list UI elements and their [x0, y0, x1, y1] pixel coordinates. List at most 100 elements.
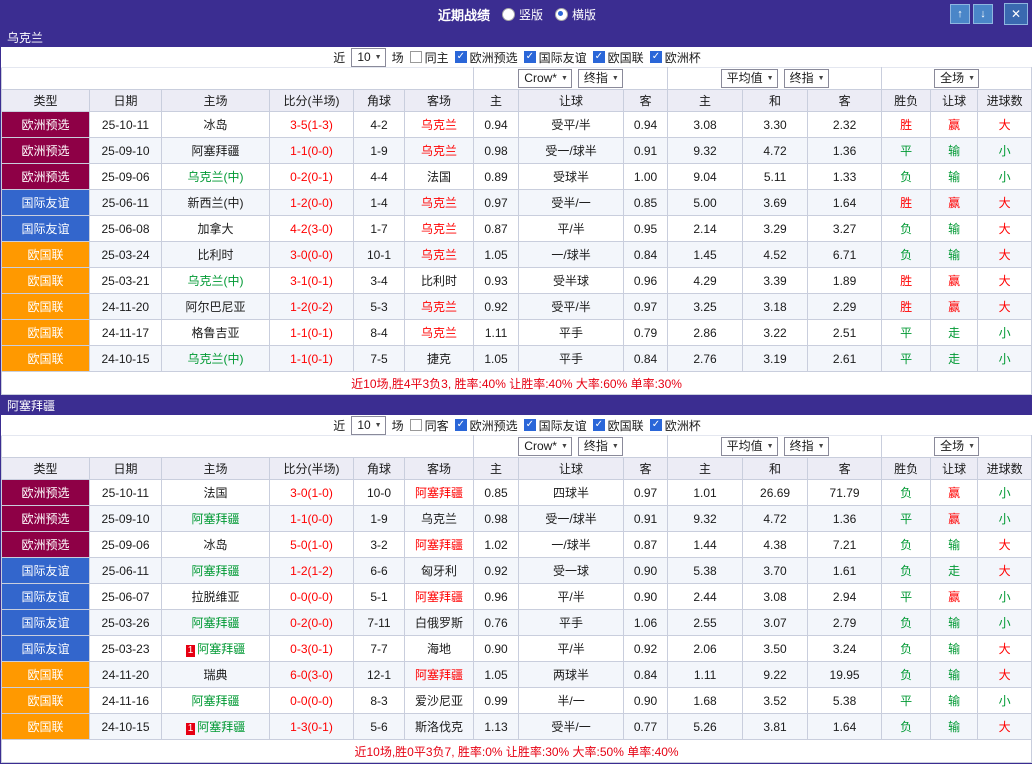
competition-checkbox[interactable]: 欧国联 — [593, 417, 644, 434]
checkbox-icon — [650, 51, 662, 63]
scope-select[interactable]: 全场▼ — [934, 69, 979, 88]
goals-result-cell: 小 — [978, 610, 1032, 636]
view-option-vertical[interactable]: 竖版 — [502, 6, 543, 23]
euro-draw-odds-cell: 9.22 — [743, 662, 808, 688]
match-count-select[interactable]: 10▼ — [351, 416, 385, 435]
euro-draw-odds-cell: 3.70 — [743, 558, 808, 584]
asian-away-odds-cell: 0.79 — [624, 320, 668, 346]
asian-index-select[interactable]: 终指▼ — [578, 69, 623, 88]
column-header: 类型 — [2, 458, 90, 480]
home-team-cell: 乌克兰(中) — [162, 268, 270, 294]
score-cell: 1-3(0-1) — [270, 714, 354, 740]
bookmaker-select[interactable]: Crow*▼ — [518, 437, 572, 456]
home-team-cell: 阿塞拜疆 — [162, 558, 270, 584]
radio-label: 竖版 — [519, 6, 543, 23]
away-team-cell: 海地 — [405, 636, 474, 662]
asian-home-odds-cell: 0.99 — [474, 688, 519, 714]
competition-checkbox[interactable]: 国际友谊 — [524, 417, 587, 434]
match-row: 欧国联24-10-151阿塞拜疆1-3(0-1)5-6斯洛伐克1.13受半/一0… — [2, 714, 1032, 740]
competition-checkbox[interactable]: 欧洲杯 — [650, 49, 701, 66]
euro-index-select[interactable]: 终指▼ — [784, 69, 829, 88]
team-name-bar: 乌克兰 — [1, 27, 1032, 47]
euro-draw-odds-cell: 3.50 — [743, 636, 808, 662]
handicap-result-cell: 输 — [931, 216, 978, 242]
column-header: 客 — [808, 458, 882, 480]
recent-results-panel: 近期战绩 竖版 横版 ↑ ↓ ✕ 乌克兰近10▼场同主欧洲预选国际友谊欧国联欧洲… — [0, 0, 1032, 764]
corner-cell: 5-1 — [354, 584, 405, 610]
asian-away-odds-cell: 0.96 — [624, 268, 668, 294]
chevron-down-icon: ▼ — [375, 418, 382, 433]
move-up-button[interactable]: ↑ — [950, 4, 970, 24]
checkbox-label: 欧洲杯 — [665, 49, 701, 66]
euro-draw-odds-cell: 3.39 — [743, 268, 808, 294]
euro-home-odds-cell: 4.29 — [668, 268, 743, 294]
column-header: 客 — [624, 90, 668, 112]
result-cell: 负 — [882, 216, 931, 242]
corner-cell: 1-9 — [354, 506, 405, 532]
euro-away-odds-cell: 6.71 — [808, 242, 882, 268]
asian-home-odds-cell: 0.89 — [474, 164, 519, 190]
radio-label: 横版 — [572, 6, 596, 23]
home-team-cell: 法国 — [162, 480, 270, 506]
bookmaker-select[interactable]: Crow*▼ — [518, 69, 572, 88]
section-summary: 近10场,胜0平3负7, 胜率:0% 让胜率:30% 大率:50% 单率:40% — [2, 740, 1032, 763]
chevron-down-icon: ▼ — [375, 50, 382, 65]
competition-checkbox[interactable]: 欧国联 — [593, 49, 644, 66]
asian-away-odds-cell: 0.90 — [624, 584, 668, 610]
corner-cell: 6-6 — [354, 558, 405, 584]
filter-row: 近10▼场同主欧洲预选国际友谊欧国联欧洲杯 — [1, 47, 1032, 67]
same-venue-checkbox[interactable]: 同主 — [410, 49, 449, 66]
match-count-select[interactable]: 10 ▼ — [351, 48, 385, 67]
asian-line-cell: 受一/球半 — [519, 138, 624, 164]
home-team-name: 拉脱维亚 — [191, 590, 239, 604]
euro-odds-dropdowns: 平均值▼ 终指▼ — [668, 68, 882, 90]
home-team-name: 乌克兰(中) — [188, 352, 244, 366]
handicap-result-cell: 赢 — [931, 294, 978, 320]
competition-checkbox[interactable]: 欧洲预选 — [455, 417, 518, 434]
asian-away-odds-cell: 0.85 — [624, 190, 668, 216]
handicap-result-cell: 输 — [931, 532, 978, 558]
column-header: 角球 — [354, 458, 405, 480]
select-value: Crow* — [524, 439, 557, 454]
goals-result-cell: 大 — [978, 268, 1032, 294]
competition-checkbox[interactable]: 欧洲预选 — [455, 49, 518, 66]
asian-away-odds-cell: 0.94 — [624, 112, 668, 138]
home-team-cell: 1阿塞拜疆 — [162, 636, 270, 662]
euro-index-select[interactable]: 终指▼ — [784, 437, 829, 456]
move-down-button[interactable]: ↓ — [973, 4, 993, 24]
chevron-down-icon: ▼ — [612, 71, 619, 86]
euro-away-odds-cell: 1.36 — [808, 506, 882, 532]
handicap-result-cell: 赢 — [931, 584, 978, 610]
asian-line-cell: 受一球 — [519, 558, 624, 584]
home-team-cell: 阿塞拜疆 — [162, 688, 270, 714]
scope-select[interactable]: 全场▼ — [934, 437, 979, 456]
euro-draw-odds-cell: 3.07 — [743, 610, 808, 636]
competition-checkbox[interactable]: 欧洲杯 — [650, 417, 701, 434]
same-venue-checkbox[interactable]: 同客 — [410, 417, 449, 434]
games-label: 场 — [392, 49, 404, 66]
euro-average-select[interactable]: 平均值▼ — [721, 437, 778, 456]
home-team-name: 加拿大 — [197, 222, 233, 236]
column-header: 客场 — [405, 90, 474, 112]
scope-dropdown-cell: 全场▼ — [882, 68, 1032, 90]
competition-checkbox[interactable]: 国际友谊 — [524, 49, 587, 66]
column-header: 比分(半场) — [270, 90, 354, 112]
asian-index-select[interactable]: 终指▼ — [578, 437, 623, 456]
goals-result-cell: 小 — [978, 506, 1032, 532]
euro-draw-odds-cell: 3.18 — [743, 294, 808, 320]
arrow-up-icon: ↑ — [957, 8, 963, 20]
select-value: 10 — [357, 50, 370, 65]
competition-type-cell: 国际友谊 — [2, 190, 90, 216]
score-cell: 5-0(1-0) — [270, 532, 354, 558]
euro-average-select[interactable]: 平均值▼ — [721, 69, 778, 88]
home-team-name: 瑞典 — [203, 668, 227, 682]
asian-away-odds-cell: 0.84 — [624, 242, 668, 268]
column-header: 客 — [808, 90, 882, 112]
score-cell: 1-1(0-1) — [270, 320, 354, 346]
euro-away-odds-cell: 2.79 — [808, 610, 882, 636]
close-button[interactable]: ✕ — [1004, 3, 1028, 25]
asian-odds-dropdowns: Crow*▼ 终指▼ — [474, 68, 668, 90]
competition-type-cell: 国际友谊 — [2, 610, 90, 636]
view-option-horizontal[interactable]: 横版 — [555, 6, 596, 23]
match-row: 国际友谊25-03-26阿塞拜疆0-2(0-0)7-11白俄罗斯0.76平手1.… — [2, 610, 1032, 636]
